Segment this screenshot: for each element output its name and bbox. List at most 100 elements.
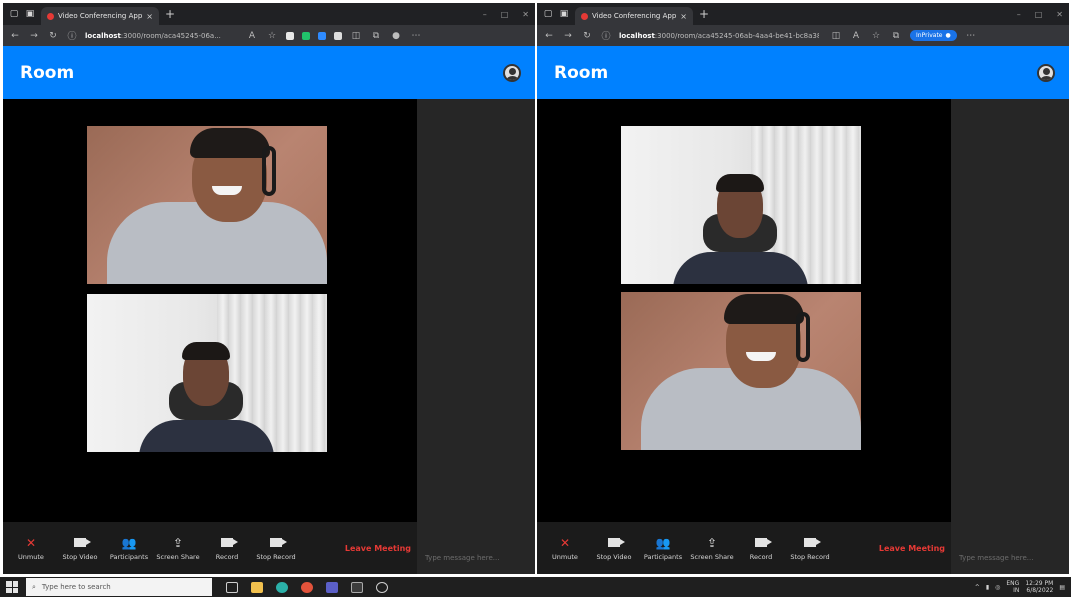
new-tab-icon[interactable]: +: [165, 7, 175, 21]
region-label: IN: [1013, 587, 1020, 594]
more-icon[interactable]: ⋯: [410, 31, 422, 41]
windows-taskbar: ⌕ Type here to search ^ ▮ ◎ ENG IN 12:29 …: [0, 577, 1071, 597]
url-field[interactable]: localhost:3000/room/aca45245-06ab-4aa4-b…: [619, 32, 819, 40]
participant-video: [87, 126, 327, 284]
split-screen-icon[interactable]: ◫: [830, 31, 842, 41]
terminal-icon[interactable]: [351, 581, 363, 593]
avatar[interactable]: [1037, 63, 1055, 82]
close-window-icon[interactable]: ✕: [1056, 10, 1063, 19]
read-aloud-icon[interactable]: A: [850, 31, 862, 41]
mic-off-icon: ✕: [25, 535, 37, 550]
meeting-area: ✕ Unmute Stop Video 👥 Participants ⇪ Scr…: [537, 99, 1069, 574]
system-tray: ^ ▮ ◎ ENG IN 12:29 PM 6/8/2022 ▤: [975, 580, 1065, 594]
screen-share-button[interactable]: ⇪ Screen Share: [690, 536, 734, 561]
app-header: Room: [537, 46, 1069, 99]
clock[interactable]: 12:29 PM 6/8/2022: [1025, 580, 1053, 594]
stop-record-camera-icon: [804, 536, 821, 550]
windows-start-icon[interactable]: [6, 581, 18, 593]
tab-title: Video Conferencing App: [58, 12, 143, 20]
stop-record-button[interactable]: Stop Record: [254, 536, 298, 561]
screen-share-button[interactable]: ⇪ Screen Share: [156, 536, 200, 561]
participants-button[interactable]: 👥 Participants: [641, 536, 685, 561]
file-explorer-icon[interactable]: [251, 581, 263, 593]
profile-icon[interactable]: ●: [390, 31, 402, 41]
minimize-icon[interactable]: –: [1017, 10, 1021, 19]
unmute-button[interactable]: ✕ Unmute: [543, 536, 587, 561]
app-header: Room: [3, 46, 535, 99]
more-icon[interactable]: ⋯: [965, 31, 977, 41]
close-window-icon[interactable]: ✕: [522, 10, 529, 19]
window-menu-icon[interactable]: ▢: [543, 9, 553, 19]
recording-icon: [47, 12, 54, 20]
back-icon[interactable]: ←: [543, 31, 555, 41]
taskbar-search-input[interactable]: ⌕ Type here to search: [26, 578, 212, 596]
task-view-icon[interactable]: [226, 581, 238, 593]
url-field[interactable]: localhost:3000/room/aca45245-06a...: [85, 32, 235, 40]
refresh-icon[interactable]: ↻: [581, 31, 593, 41]
video-camera-icon: [608, 536, 625, 550]
unmute-button[interactable]: ✕ Unmute: [9, 536, 53, 561]
window-menu-icon[interactable]: ▢: [9, 9, 19, 19]
leave-meeting-button[interactable]: Leave Meeting: [879, 544, 945, 553]
browser-window-right: ▢ ▣ Video Conferencing App × + – □ ✕ ← →…: [537, 3, 1069, 574]
inprivate-label: InPrivate: [916, 32, 943, 39]
notifications-icon[interactable]: ▤: [1059, 584, 1065, 591]
settings-icon[interactable]: [376, 581, 388, 593]
participant-video: [621, 292, 861, 450]
favorite-icon[interactable]: ☆: [266, 31, 278, 41]
tab-close-icon[interactable]: ×: [680, 12, 687, 21]
back-icon[interactable]: ←: [9, 31, 21, 41]
split-screen-icon[interactable]: ◫: [350, 31, 362, 41]
participants-button[interactable]: 👥 Participants: [107, 536, 151, 561]
avatar[interactable]: [503, 63, 521, 82]
window-controls: – □ ✕: [483, 10, 529, 19]
window-controls: – □ ✕: [1017, 10, 1063, 19]
favorite-icon[interactable]: ☆: [870, 31, 882, 41]
chat-message-input[interactable]: Type message here...: [959, 554, 1033, 562]
extension-icon[interactable]: [334, 31, 342, 40]
site-info-icon[interactable]: ⓘ: [600, 29, 612, 42]
extension-icon[interactable]: [286, 31, 294, 40]
refresh-icon[interactable]: ↻: [47, 31, 59, 41]
site-info-icon[interactable]: ⓘ: [66, 29, 78, 42]
chat-panel: Type message here...: [951, 99, 1069, 574]
extension-icon[interactable]: [302, 31, 310, 40]
record-camera-icon: [221, 536, 238, 550]
url-host: localhost: [85, 31, 121, 40]
browser-tab[interactable]: Video Conferencing App ×: [41, 7, 159, 25]
extension-icon[interactable]: [318, 31, 326, 40]
tab-close-icon[interactable]: ×: [146, 12, 153, 21]
record-button[interactable]: Record: [205, 536, 249, 561]
leave-meeting-button[interactable]: Leave Meeting: [345, 544, 411, 553]
forward-icon[interactable]: →: [28, 31, 40, 41]
collections-icon[interactable]: ⧉: [370, 31, 382, 41]
stop-video-button[interactable]: Stop Video: [592, 536, 636, 561]
record-button[interactable]: Record: [739, 536, 783, 561]
chat-message-input[interactable]: Type message here...: [425, 554, 499, 562]
network-icon[interactable]: ◎: [995, 584, 1000, 591]
chrome-icon[interactable]: [301, 581, 313, 593]
minimize-icon[interactable]: –: [483, 10, 487, 19]
battery-icon[interactable]: ▮: [986, 584, 989, 591]
recording-icon: [581, 12, 588, 20]
language-indicator[interactable]: ENG IN: [1006, 580, 1019, 594]
browser-tab[interactable]: Video Conferencing App ×: [575, 7, 693, 25]
headphones-icon: [262, 146, 276, 196]
share-screen-icon: ⇪: [706, 535, 718, 550]
date-label: 6/8/2022: [1026, 587, 1054, 594]
tray-chevron-icon[interactable]: ^: [975, 584, 980, 591]
forward-icon[interactable]: →: [562, 31, 574, 41]
inprivate-badge[interactable]: InPrivate ●: [910, 30, 957, 41]
maximize-icon[interactable]: □: [501, 10, 509, 19]
collections-icon[interactable]: ⧉: [890, 31, 902, 41]
maximize-icon[interactable]: □: [1035, 10, 1043, 19]
new-tab-icon[interactable]: +: [699, 7, 709, 21]
read-aloud-icon[interactable]: A: [246, 31, 258, 41]
teams-icon[interactable]: [326, 581, 338, 593]
edge-icon[interactable]: [276, 581, 288, 593]
stop-record-button[interactable]: Stop Record: [788, 536, 832, 561]
tab-actions-icon[interactable]: ▣: [25, 9, 35, 19]
stop-video-button[interactable]: Stop Video: [58, 536, 102, 561]
participants-icon: 👥: [121, 535, 137, 550]
tab-actions-icon[interactable]: ▣: [559, 9, 569, 19]
